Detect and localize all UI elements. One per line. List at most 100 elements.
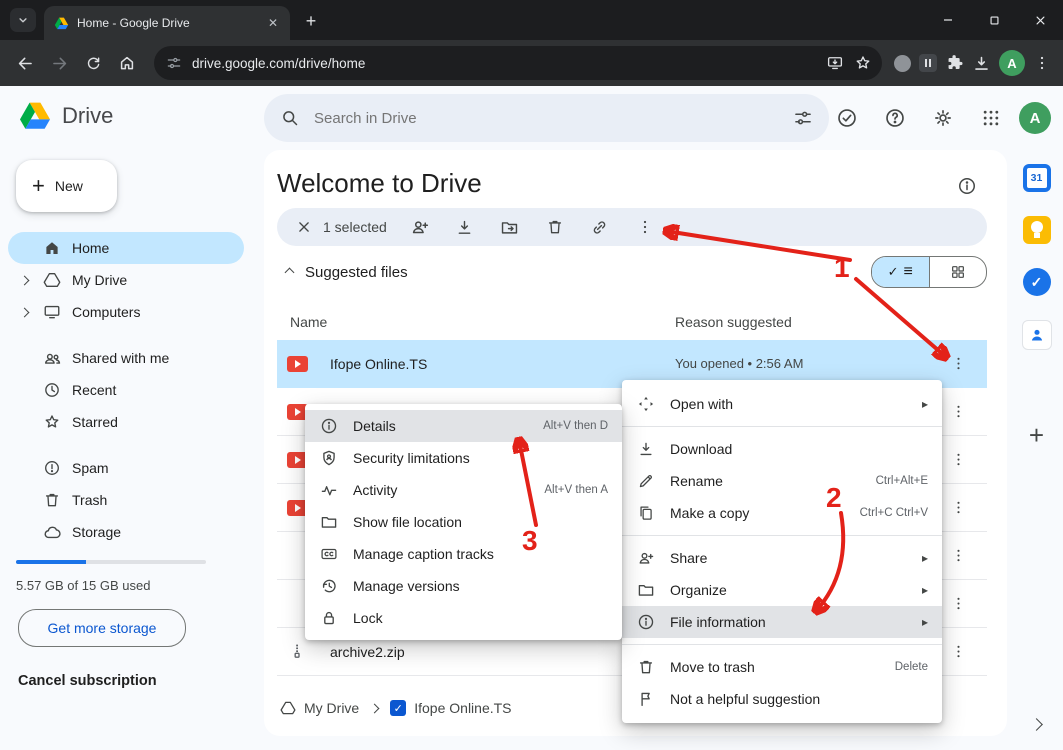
breadcrumb-current-file[interactable]: ✓ Ifope Online.TS [390,700,511,716]
menu-item-lock[interactable]: Lock [305,602,622,634]
search-input[interactable] [312,109,781,128]
expand-chevron-icon[interactable] [16,309,32,316]
sidebar-item-shared-with-me[interactable]: Shared with me [8,342,244,374]
row-more-actions-button[interactable] [943,541,973,571]
help-button[interactable] [875,98,915,138]
table-header: Name Reason suggested [277,308,987,341]
sidebar-item-my-drive[interactable]: My Drive [8,264,244,296]
offline-status-button[interactable] [827,98,867,138]
account-avatar[interactable]: A [1019,102,1051,134]
search-bar[interactable] [264,94,829,142]
menu-item-manage-caption-tracks[interactable]: Manage caption tracks [305,538,622,570]
row-more-actions-button[interactable] [943,397,973,427]
menu-item-security-limitations[interactable]: Security limitations [305,442,622,474]
keep-icon[interactable] [1023,216,1051,244]
clear-selection-button[interactable] [287,210,321,244]
download-button[interactable] [448,210,482,244]
menu-item-activity[interactable]: Activity Alt+V then A [305,474,622,506]
search-filter-icon[interactable] [793,108,813,128]
row-more-actions-button[interactable] [943,493,973,523]
tab-list-button[interactable] [10,8,36,32]
row-more-actions-button[interactable] [943,637,973,667]
sidebar-item-label: Recent [72,382,116,398]
three-dot-icon [636,218,654,236]
calendar-icon[interactable]: 31 [1023,164,1051,192]
sidebar-item-starred[interactable]: Starred [8,406,244,438]
collapse-chevron-icon[interactable] [285,268,295,278]
copy-link-button[interactable] [583,210,617,244]
three-dot-icon [950,403,967,420]
share-button[interactable] [403,210,437,244]
extensions-puzzle-icon[interactable] [945,54,964,73]
sidebar-item-home[interactable]: Home [8,232,244,264]
drive-brand[interactable]: Drive [18,99,113,133]
cancel-subscription-link[interactable]: Cancel subscription [18,673,256,689]
pinned-extension-icon[interactable] [919,54,937,72]
move-to-folder-button[interactable] [493,210,527,244]
info-button[interactable] [957,176,977,196]
sidebar-item-trash[interactable]: Trash [8,484,244,516]
menu-item-download[interactable]: Download [622,433,942,465]
extension-avatar-icon[interactable] [894,55,911,72]
close-window-button[interactable] [1017,0,1063,40]
install-app-icon[interactable] [826,54,844,72]
apps-grid-button[interactable] [971,98,1011,138]
suggested-files-header[interactable]: Suggested files [286,264,408,281]
section-title: Suggested files [305,264,408,281]
menu-divider [622,426,942,427]
closed-captions-icon [319,545,339,563]
reload-button[interactable] [76,46,110,80]
menu-item-open-with[interactable]: Open with ▸ [622,388,942,420]
sidebar-item-storage[interactable]: Storage [8,516,244,548]
add-panel-button[interactable]: + [1029,422,1044,448]
menu-item-details[interactable]: Details Alt+V then D [305,410,622,442]
expand-chevron-icon[interactable] [16,277,32,284]
search-icon[interactable] [280,108,300,128]
menu-item-not-helpful-suggestion[interactable]: Not a helpful suggestion [622,683,942,715]
menu-item-make-a-copy[interactable]: Make a copy Ctrl+C Ctrl+V [622,497,942,529]
star-icon [42,413,62,431]
get-more-storage-button[interactable]: Get more storage [18,609,186,647]
collapse-panel-chevron[interactable] [1032,716,1041,734]
new-tab-button[interactable]: + [298,8,324,34]
browser-menu-icon[interactable] [1033,54,1051,72]
contacts-icon[interactable] [1022,320,1052,350]
maximize-button[interactable] [971,0,1017,40]
grid-view-toggle[interactable] [929,257,987,287]
tab-close-button[interactable]: ✕ [264,14,282,32]
trash-button[interactable] [538,210,572,244]
sidebar-item-label: Spam [72,460,109,476]
site-settings-icon[interactable] [166,55,182,71]
back-button[interactable] [8,46,42,80]
menu-item-share[interactable]: Share ▸ [622,542,942,574]
menu-item-file-information[interactable]: File information ▸ [622,606,942,638]
menu-item-show-file-location[interactable]: Show file location [305,506,622,538]
sidebar-item-computers[interactable]: Computers [8,296,244,328]
column-header-name[interactable]: Name [290,314,327,330]
checked-checkbox-icon[interactable]: ✓ [390,700,406,716]
toolbar-more-actions-button[interactable] [628,210,662,244]
menu-item-organize[interactable]: Organize ▸ [622,574,942,606]
row-more-actions-button[interactable] [943,349,973,379]
new-button[interactable]: + New [16,160,117,212]
row-more-actions-button[interactable] [943,445,973,475]
sidebar-item-recent[interactable]: Recent [8,374,244,406]
row-more-actions-button[interactable] [943,589,973,619]
browser-home-button[interactable] [110,46,144,80]
sidebar-item-spam[interactable]: Spam [8,452,244,484]
downloads-icon[interactable] [972,54,991,73]
settings-button[interactable] [923,98,963,138]
bookmark-star-icon[interactable] [854,54,872,72]
list-view-toggle[interactable]: ✓≡ [872,257,929,287]
browser-tab[interactable]: Home - Google Drive ✕ [44,6,290,40]
menu-item-manage-versions[interactable]: Manage versions [305,570,622,602]
side-panel-rail: 31 ✓ + [1010,150,1063,750]
menu-item-move-to-trash[interactable]: Move to trash Delete [622,651,942,683]
menu-item-rename[interactable]: Rename Ctrl+Alt+E [622,465,942,497]
forward-button[interactable] [42,46,76,80]
minimize-button[interactable] [925,0,971,40]
breadcrumb-my-drive[interactable]: My Drive [280,700,359,716]
tasks-icon[interactable]: ✓ [1023,268,1051,296]
address-bar[interactable]: drive.google.com/drive/home [154,46,882,80]
browser-profile-avatar[interactable]: A [999,50,1025,76]
